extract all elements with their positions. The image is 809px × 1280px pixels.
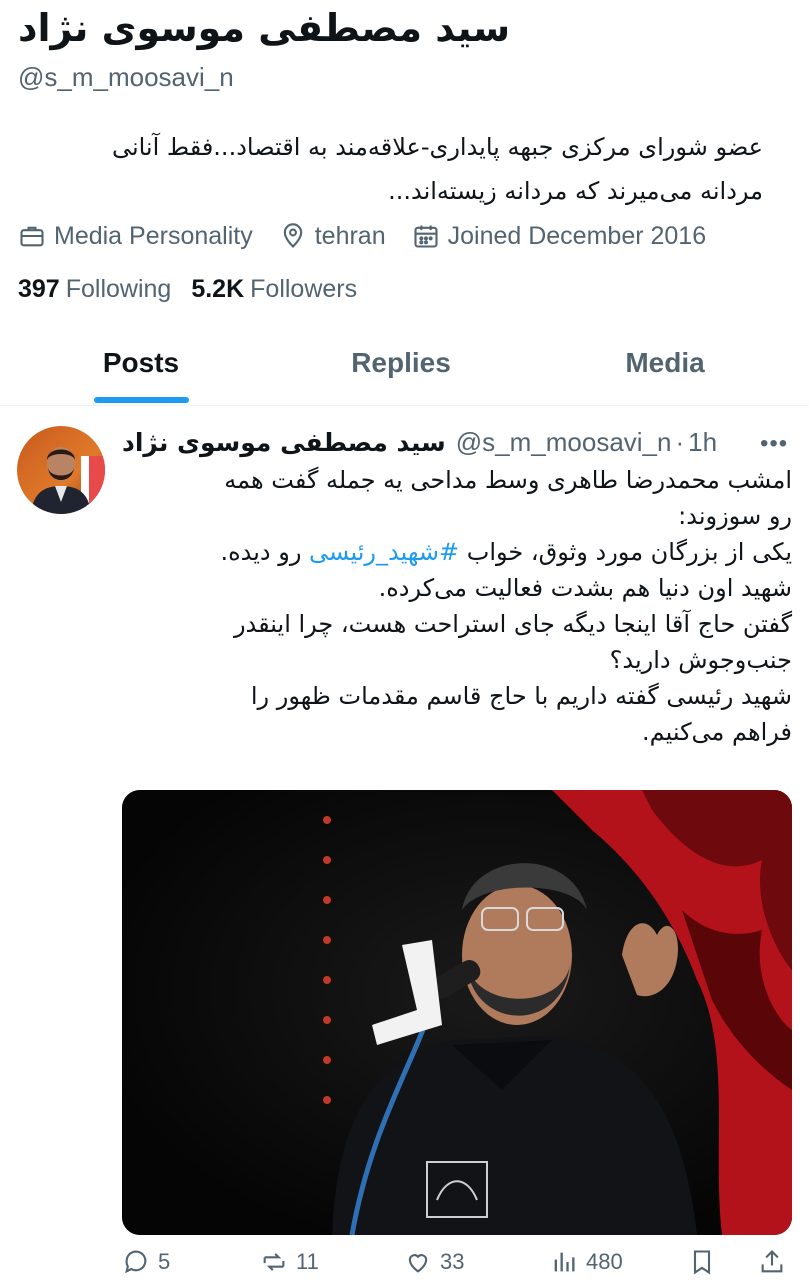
- tab-posts[interactable]: Posts: [60, 320, 222, 406]
- profile-meta: Media Personality tehran Joined December…: [18, 218, 732, 254]
- tweet-line-6: جنب‌وجوش دارید؟: [609, 646, 792, 674]
- profile-location: tehran: [279, 222, 386, 251]
- heart-icon: [408, 1254, 428, 1273]
- bio-line-2: مردانه می‌میرند که مردانه زیسته‌اند...: [388, 177, 763, 205]
- bio-line-1: عضو شورای مرکزی جبهه پایداری-علاقه‌مند ب…: [111, 133, 763, 161]
- reply-count: 5: [158, 1249, 171, 1274]
- profile-tabs: Posts Replies Media: [0, 320, 809, 406]
- views-chart-icon: [554, 1252, 575, 1272]
- location-label: tehran: [314, 221, 386, 250]
- profile-name: سید مصطفی موسوی نژاد: [18, 6, 511, 50]
- reply-button[interactable]: 5: [122, 1248, 170, 1276]
- tweet-media-image[interactable]: [122, 790, 792, 1235]
- profile-handle: @s_m_moosavi_n: [18, 62, 234, 92]
- tweet-author-name[interactable]: سید مصطفی موسوی نژاد: [122, 428, 446, 457]
- tab-media[interactable]: Media: [584, 320, 746, 406]
- views-button[interactable]: 480: [550, 1248, 623, 1276]
- repost-count: 11: [296, 1249, 319, 1274]
- bookmark-icon: [693, 1250, 711, 1275]
- tweet-author-handle[interactable]: @s_m_moosavi_n: [456, 427, 672, 458]
- tweet-line-8: فراهم می‌کنیم.: [641, 718, 792, 746]
- active-tab-indicator: [94, 397, 189, 403]
- tweet-line-5: گفتن حاج آقا اینجا دیگه جای استراحت هست،…: [233, 610, 792, 638]
- category-label: Media Personality: [54, 221, 253, 250]
- like-button[interactable]: 33: [404, 1248, 464, 1276]
- share-icon: [761, 1250, 783, 1273]
- tweet-actions: 5 11 33 480: [122, 1248, 792, 1280]
- following-count: 397: [18, 275, 60, 303]
- tweet-line-1: امشب محمدرضا طاهری وسط مداحی یه جمله گفت…: [224, 466, 792, 494]
- tweet-line-7: شهید رئیسی گفته داریم با حاج قاسم مقدمات…: [250, 682, 792, 710]
- avatar[interactable]: [17, 426, 105, 514]
- tweet-header: سید مصطفی موسوی نژاد @s_m_moosavi_n · 1h: [122, 424, 717, 460]
- profile-stats: 397 Following 5.2K Followers: [18, 275, 357, 304]
- profile-bio: عضو شورای مرکزی جبهه پایداری-علاقه‌مند ب…: [18, 125, 763, 213]
- tweet-line-4: شهید اون دنیا هم بشدت فعالیت می‌کرده.: [378, 574, 792, 602]
- tweet-text: امشب محمدرضا طاهری وسط مداحی یه جمله گفت…: [122, 462, 792, 750]
- repost-icon: [263, 1253, 285, 1271]
- tab-replies[interactable]: Replies: [320, 320, 482, 406]
- bookmark-button[interactable]: [688, 1248, 724, 1276]
- tweet-line-2: رو سوزوند:: [678, 502, 792, 530]
- like-count: 33: [440, 1249, 465, 1274]
- followers-link[interactable]: 5.2K Followers: [191, 275, 357, 304]
- location-pin-icon: [283, 223, 302, 248]
- briefcase-icon: [20, 226, 44, 247]
- tweet-time[interactable]: 1h: [688, 427, 717, 458]
- avatar-image: [17, 426, 105, 514]
- views-count: 480: [586, 1249, 623, 1274]
- media-photo: [122, 790, 792, 1235]
- share-button[interactable]: [758, 1248, 794, 1276]
- profile-category: Media Personality: [18, 222, 253, 251]
- tweet-line-3-pre: یکی از بزرگان مورد وثوق، خواب: [459, 538, 792, 566]
- profile-joined: Joined December 2016: [412, 221, 707, 251]
- reply-icon: [125, 1250, 147, 1274]
- calendar-icon: [414, 225, 438, 248]
- hashtag-link[interactable]: #شهید_رئیسی: [309, 538, 459, 566]
- following-label: Following: [65, 275, 172, 303]
- joined-label: Joined December 2016: [447, 221, 707, 250]
- followers-label: Followers: [250, 275, 358, 303]
- following-link[interactable]: 397 Following: [18, 275, 171, 304]
- repost-button[interactable]: 11: [260, 1248, 319, 1276]
- tweet-line-3: یکی از بزرگان مورد وثوق، خواب #شهید_رئیس…: [122, 534, 792, 570]
- tweet-separator: ·: [675, 426, 685, 457]
- followers-count: 5.2K: [191, 275, 245, 303]
- tweet-line-3-post: رو دیده.: [220, 538, 310, 566]
- more-options-icon[interactable]: •••: [760, 430, 792, 457]
